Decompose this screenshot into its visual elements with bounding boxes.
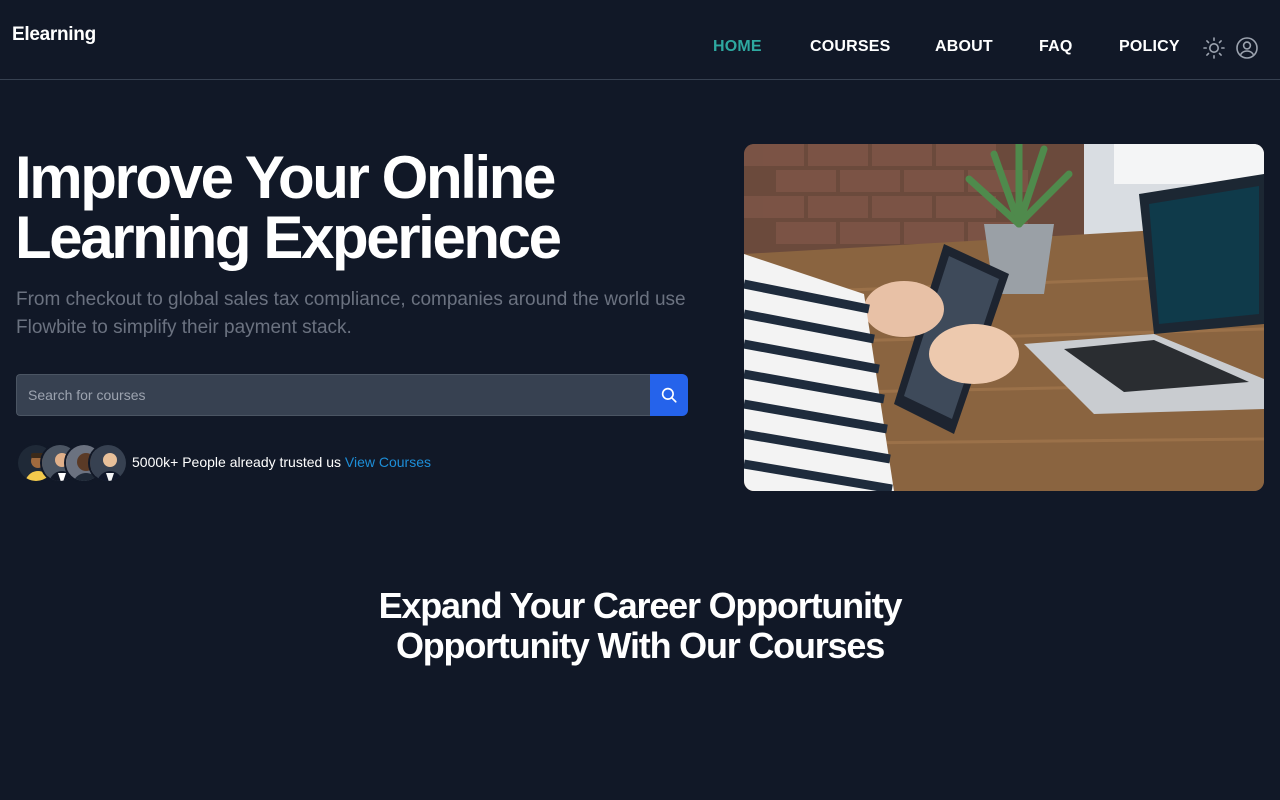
hero-title-line-1: Improve Your Online [15,144,556,211]
hero-title: Improve Your Online Learning Experience [15,148,715,268]
top-navbar: Elearning HOME COURSES ABOUT FAQ POLICY [0,0,1280,80]
view-courses-link[interactable]: View Courses [345,454,431,470]
hero-image [744,144,1264,491]
section-title-line-2: Opportunity With Our Courses [395,625,885,666]
section-title: Expand Your Career Opportunity Opportuni… [0,586,1280,666]
hero-subtitle: From checkout to global sales tax compli… [16,289,686,338]
user-icon[interactable] [1235,36,1259,60]
brand-logo[interactable]: Elearning [12,24,96,46]
nav-home[interactable]: HOME [713,38,762,56]
hero-title-line-2: Learning Experience [15,204,562,271]
avatar [88,443,128,483]
sun-icon[interactable] [1202,36,1226,60]
trust-text: 5000k+ People already trusted us [132,454,341,470]
trust-statement: 5000k+ People already trusted us View Co… [132,454,431,470]
search-input[interactable] [16,374,650,416]
nav-policy[interactable]: POLICY [1119,38,1180,56]
nav-courses[interactable]: COURSES [810,38,891,56]
nav-faq[interactable]: FAQ [1039,38,1073,56]
search-button[interactable] [650,374,688,416]
search-icon [661,387,677,403]
course-search-form [16,374,688,416]
section-title-line-1: Expand Your Career Opportunity [378,585,903,626]
nav-about[interactable]: ABOUT [935,38,993,56]
